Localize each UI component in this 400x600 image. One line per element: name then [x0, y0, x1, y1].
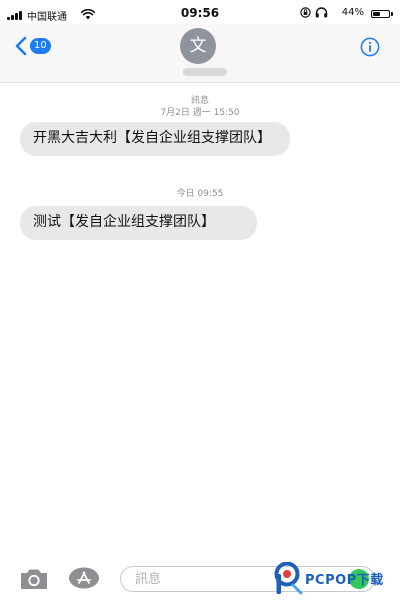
- contact-name-redacted: [183, 68, 227, 76]
- conversation-header: 10 文: [0, 24, 400, 83]
- rotation-lock-icon: [300, 7, 311, 18]
- battery-level-fill: [373, 12, 380, 16]
- contact-avatar[interactable]: 文: [180, 28, 216, 64]
- unread-count-badge: 10: [30, 38, 51, 54]
- received-message-bubble[interactable]: 测试【发自企业组支撑团队】: [20, 206, 257, 240]
- battery-icon: [371, 10, 390, 18]
- microphone-icon[interactable]: [349, 569, 369, 589]
- headphones-icon: [315, 7, 328, 18]
- status-time: 09:56: [180, 6, 220, 20]
- battery-percent: 44%: [341, 7, 364, 18]
- compose-bar: [0, 552, 400, 600]
- chevron-left-icon: [15, 36, 27, 56]
- camera-icon[interactable]: [19, 568, 49, 590]
- messages-screen: 中国联通 09:56 44% 10 文 訊息 7月2日 週一 15:50 开黑大…: [0, 0, 400, 600]
- received-message-bubble[interactable]: 开黑大吉大利【发自企业组支撑团队】: [20, 122, 290, 156]
- back-button[interactable]: 10: [14, 36, 51, 56]
- status-bar: 中国联通 09:56 44%: [0, 0, 400, 24]
- message-thread[interactable]: 訊息 7月2日 週一 15:50 开黑大吉大利【发自企业组支撑团队】 今日 09…: [0, 83, 400, 552]
- message-timestamp: 今日 09:55: [176, 189, 224, 199]
- message-timestamp: 7月2日 週一 15:50: [160, 108, 240, 118]
- battery-tip: [391, 12, 393, 16]
- app-store-icon[interactable]: [68, 567, 100, 589]
- info-icon[interactable]: [360, 37, 380, 57]
- message-input[interactable]: [120, 566, 375, 592]
